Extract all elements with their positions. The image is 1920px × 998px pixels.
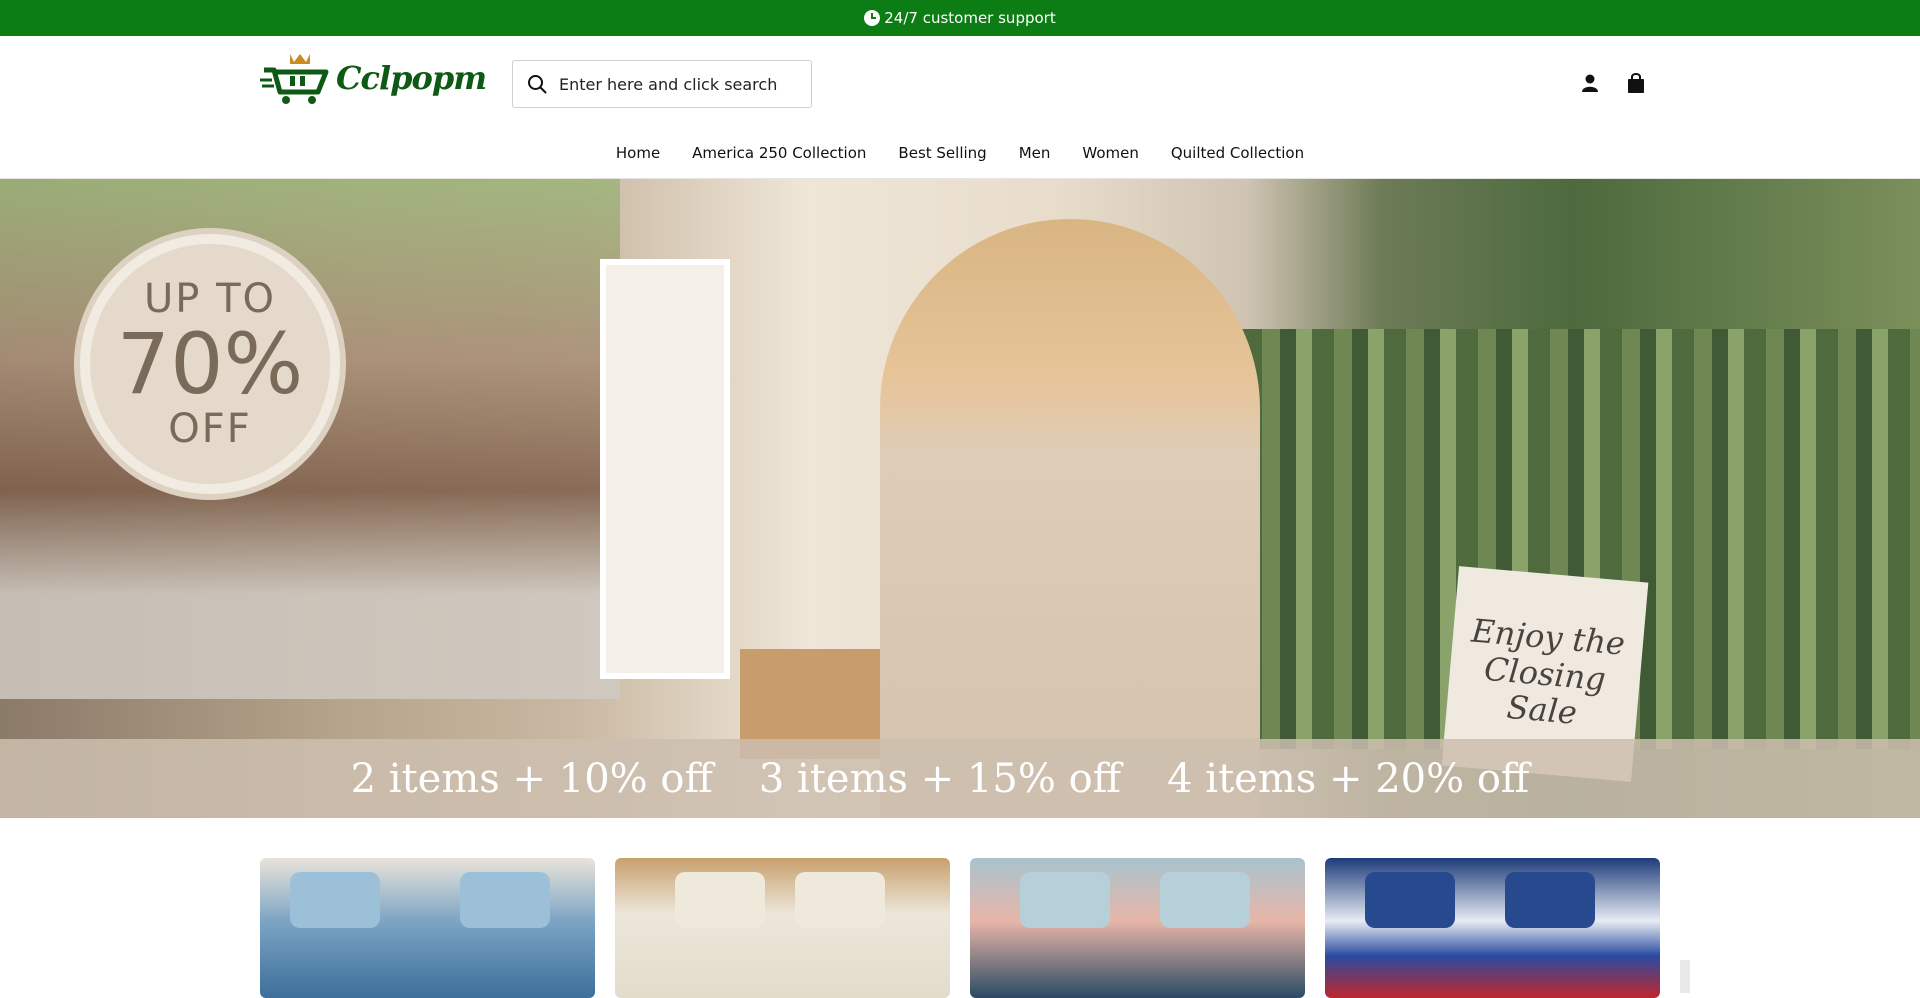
main-nav: Home America 250 Collection Best Selling…: [0, 144, 1920, 162]
nav-item-quilted-collection[interactable]: Quilted Collection: [1171, 144, 1304, 162]
product-card[interactable]: [970, 858, 1305, 998]
offer-strip: 2 items + 10% off 3 items + 15% off 4 it…: [0, 739, 1920, 818]
logo[interactable]: Cclpopm: [260, 50, 487, 106]
nav-item-home[interactable]: Home: [616, 144, 660, 162]
badge-line-2: 70%: [116, 315, 304, 413]
search-icon[interactable]: [527, 74, 547, 94]
offer-text: 3 items + 15% off: [758, 755, 1122, 802]
nav-item-america-250[interactable]: America 250 Collection: [692, 144, 866, 162]
product-grid: [260, 858, 1660, 998]
site-header: Cclpopm: [0, 36, 1920, 108]
discount-badge: UP TO 70% OFF: [80, 234, 340, 494]
shopping-bag-icon[interactable]: [1626, 72, 1646, 94]
user-icon[interactable]: [1580, 73, 1600, 93]
nav-item-best-selling[interactable]: Best Selling: [898, 144, 986, 162]
badge-line-3: OFF: [168, 406, 252, 452]
product-card[interactable]: [615, 858, 950, 998]
nav-item-women[interactable]: Women: [1082, 144, 1138, 162]
product-card-peek[interactable]: [1680, 960, 1690, 993]
hero-model: [880, 219, 1260, 818]
nav-item-men[interactable]: Men: [1019, 144, 1051, 162]
hero-door: [600, 259, 730, 679]
support-text: 24/7 customer support: [884, 9, 1056, 27]
offer-text: 4 items + 20% off: [1167, 755, 1530, 802]
product-card[interactable]: [260, 858, 595, 998]
header-actions: [1580, 72, 1646, 94]
hero-banner[interactable]: UP TO 70% OFF Enjoy the Closing Sale 2 i…: [0, 179, 1920, 818]
cart-logo-icon: [260, 54, 329, 104]
product-card[interactable]: [1325, 858, 1660, 998]
search-input[interactable]: [559, 74, 799, 94]
announcement-bar: 24/7 customer support: [0, 0, 1920, 36]
logo-text: Cclpopm: [336, 59, 487, 97]
offer-text: 2 items + 10% off: [350, 755, 713, 802]
search-box[interactable]: [512, 60, 812, 108]
clock-icon: [864, 10, 881, 26]
